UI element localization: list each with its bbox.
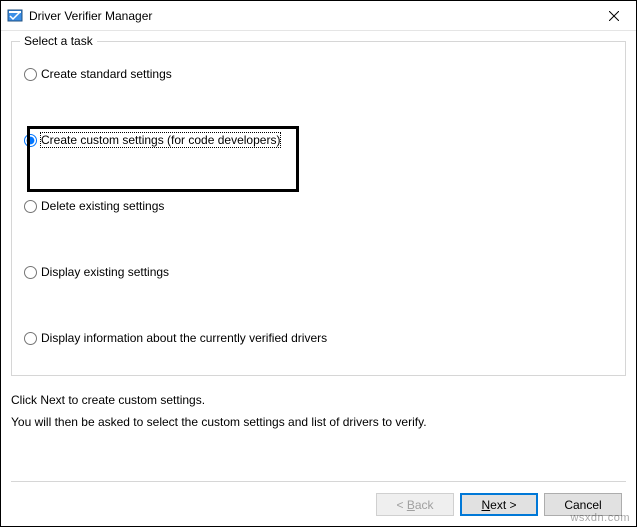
watermark: wsxdn.com [570, 512, 630, 524]
radio-display-info[interactable]: Display information about the currently … [24, 330, 613, 346]
cancel-button-label: Cancel [564, 498, 601, 512]
back-button: < Back [376, 493, 454, 516]
radio-input-display[interactable] [24, 266, 37, 279]
instruction-line-1: Click Next to create custom settings. [11, 390, 626, 412]
radio-create-standard[interactable]: Create standard settings [24, 66, 613, 82]
back-button-label: < Back [396, 498, 433, 512]
radio-label-info: Display information about the currently … [41, 331, 327, 345]
dialog-body: Select a task Create standard settings C… [1, 31, 636, 526]
close-button[interactable] [591, 1, 636, 30]
radio-label-standard: Create standard settings [41, 67, 172, 81]
instructions: Click Next to create custom settings. Yo… [11, 390, 626, 433]
titlebar[interactable]: Driver Verifier Manager [1, 1, 636, 31]
radio-label-delete: Delete existing settings [41, 199, 164, 213]
radio-delete-existing[interactable]: Delete existing settings [24, 198, 613, 214]
button-separator [11, 481, 626, 482]
radio-label-display: Display existing settings [41, 265, 169, 279]
radio-create-custom[interactable]: Create custom settings (for code develop… [24, 132, 613, 148]
next-button[interactable]: Next > [460, 493, 538, 516]
instruction-line-2: You will then be asked to select the cus… [11, 412, 626, 434]
app-icon [7, 8, 23, 24]
radio-input-custom[interactable] [24, 134, 37, 147]
window-title: Driver Verifier Manager [29, 9, 152, 23]
radio-input-standard[interactable] [24, 68, 37, 81]
radio-input-delete[interactable] [24, 200, 37, 213]
radio-input-info[interactable] [24, 332, 37, 345]
task-fieldset: Select a task Create standard settings C… [11, 41, 626, 376]
radio-label-custom: Create custom settings (for code develop… [41, 133, 280, 147]
dialog-window: Driver Verifier Manager Select a task Cr… [0, 0, 637, 527]
fieldset-legend: Select a task [20, 34, 97, 48]
next-button-label: Next > [481, 498, 516, 512]
radio-display-existing[interactable]: Display existing settings [24, 264, 613, 280]
